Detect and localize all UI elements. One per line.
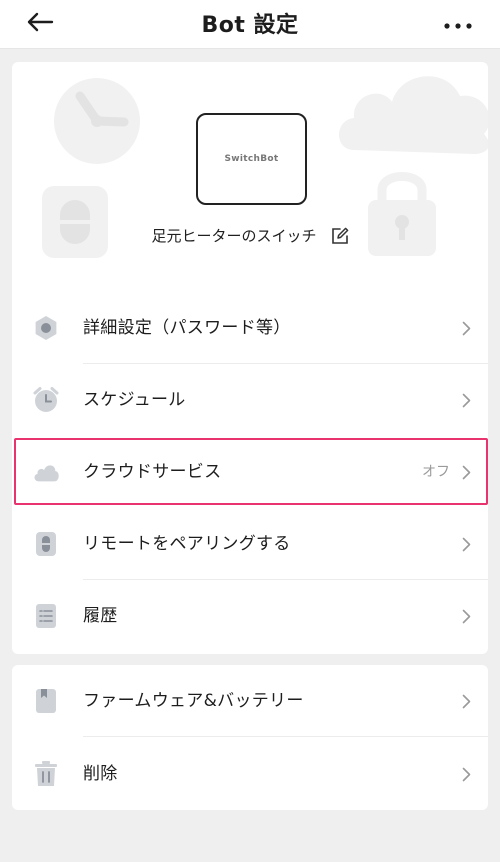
lock-decoration-icon (364, 166, 440, 262)
device-brand-label: SwitchBot (224, 154, 279, 164)
trash-icon (32, 760, 60, 788)
device-name: 足元ヒーターのスイッチ (151, 227, 317, 245)
cloud-service-status: オフ (422, 464, 450, 480)
cloud-icon (32, 458, 60, 486)
device-maintenance-card: ファームウェア&バッテリー 削除 (12, 665, 488, 810)
history-list-icon (32, 602, 60, 630)
menu-item-delete[interactable]: 削除 (12, 738, 488, 810)
menu-item-advanced-settings[interactable]: 詳細設定（パスワード等） (12, 292, 488, 364)
page-title: Bot 設定 (201, 13, 299, 38)
chevron-right-icon (460, 320, 472, 336)
settings-hex-icon (32, 314, 60, 342)
clock-decoration-icon (52, 76, 142, 170)
menu-item-label: クラウドサービス (83, 462, 222, 482)
menu-item-label: 詳細設定（パスワード等） (83, 318, 291, 338)
remote-decoration-icon (40, 184, 110, 264)
more-options-button[interactable] (438, 8, 478, 40)
cloud-decoration-icon (334, 62, 488, 158)
device-name-row: 足元ヒーターのスイッチ (12, 225, 488, 246)
settings-card: SwitchBot 足元ヒーターのスイッチ 詳細設定（パスワード等） スケジュー… (12, 62, 488, 654)
menu-item-pair-remote[interactable]: リモートをペアリングする (12, 508, 488, 580)
alarm-clock-icon (32, 386, 60, 414)
device-image: SwitchBot (196, 113, 307, 205)
divider (83, 736, 488, 737)
menu-item-cloud-service[interactable]: クラウドサービス オフ (12, 436, 488, 508)
chevron-right-icon (460, 693, 472, 709)
menu-item-label: ファームウェア&バッテリー (83, 691, 304, 711)
chevron-right-icon (460, 464, 472, 480)
menu-item-history[interactable]: 履歴 (12, 580, 488, 652)
firmware-book-icon (32, 687, 60, 715)
top-bar: Bot 設定 (0, 0, 500, 49)
chevron-right-icon (460, 608, 472, 624)
remote-icon (32, 530, 60, 558)
more-dots-icon (443, 15, 473, 34)
menu-item-label: スケジュール (83, 390, 186, 410)
chevron-right-icon (460, 392, 472, 408)
menu-item-schedule[interactable]: スケジュール (12, 364, 488, 436)
edit-icon[interactable] (331, 227, 349, 245)
menu-item-label: 履歴 (83, 606, 118, 626)
menu-item-label: 削除 (83, 764, 118, 784)
chevron-right-icon (460, 536, 472, 552)
chevron-right-icon (460, 766, 472, 782)
menu-item-label: リモートをペアリングする (83, 534, 291, 554)
menu-item-firmware-battery[interactable]: ファームウェア&バッテリー (12, 665, 488, 737)
